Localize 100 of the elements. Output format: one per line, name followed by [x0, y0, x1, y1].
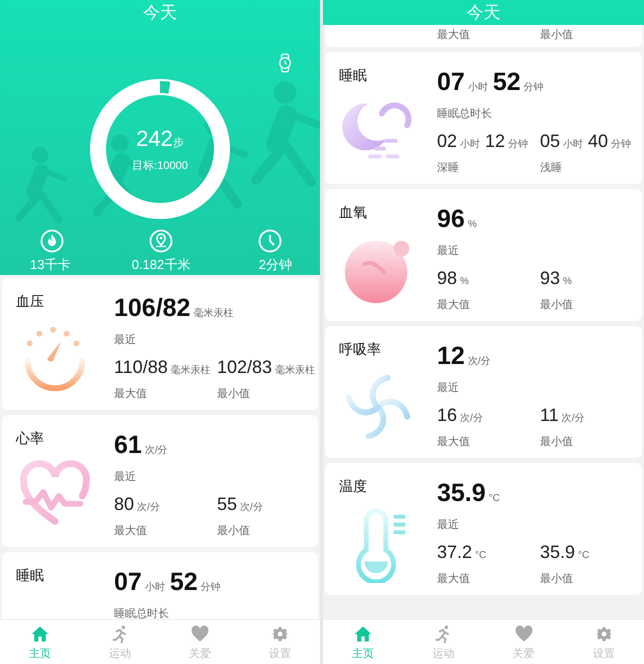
- stat-value: 40: [588, 130, 608, 152]
- metric-card[interactable]: 睡眠 07 小时 52 分钟 睡眠总时长: [2, 552, 318, 619]
- stat-label: 最大值: [437, 298, 471, 312]
- metric-label: 最近: [437, 381, 460, 395]
- card-title: 温度: [339, 477, 368, 495]
- stat-label: 最小值: [217, 387, 251, 401]
- screen-title: 今天: [143, 2, 177, 23]
- settings-icon: [594, 624, 614, 644]
- unit-label: 小时: [460, 138, 480, 152]
- metric-value: 52: [170, 568, 198, 596]
- location-pin-icon: [149, 229, 173, 253]
- metric-value: 07: [114, 568, 142, 596]
- heart-icon: [514, 624, 534, 644]
- stat-label: 最大值: [114, 524, 148, 538]
- unit-label: °C: [578, 549, 590, 563]
- card-title: 睡眠: [339, 66, 368, 84]
- unit-label: 毫米汞柱: [170, 364, 211, 378]
- stat-label: 最大值: [437, 435, 471, 449]
- home-icon: [353, 624, 374, 644]
- stat-value: 11: [540, 404, 559, 426]
- stat-value: 55: [217, 493, 238, 515]
- stat-value: 16: [437, 404, 458, 426]
- stat-label: 最大值: [437, 28, 471, 42]
- stat-value: 93: [540, 267, 560, 289]
- heart-icon: [190, 624, 210, 644]
- metric-label: 睡眠总时长: [114, 607, 170, 619]
- watch-icon[interactable]: [278, 53, 292, 73]
- metric-value: 52: [492, 68, 521, 96]
- metric-card[interactable]: 心率 61 次/分 最近 80 次/分 最大值 55 次/分 最小值: [2, 415, 318, 547]
- stat-label: 最大值: [437, 572, 471, 586]
- unit-label: 次/分: [468, 355, 491, 369]
- unit-label: 毫米汞柱: [193, 306, 234, 321]
- unit-label: %: [460, 275, 469, 289]
- metric-card[interactable]: 血氧 96% 最近 98 % 最大值 93 % 最小值: [325, 189, 642, 321]
- stat-label: 最小值: [540, 435, 574, 449]
- stat-value: 80: [114, 493, 134, 515]
- unit-label: %: [563, 275, 572, 289]
- card-title: 血氧: [339, 203, 368, 221]
- stat-value: 05: [540, 130, 560, 152]
- metric-value: 96: [437, 205, 465, 233]
- metric-value: 07: [437, 68, 465, 96]
- stat-label: 最小值: [540, 28, 573, 42]
- stat-value: 0.182千米: [132, 256, 190, 274]
- unit-label: 分钟: [508, 138, 528, 152]
- unit-label: 小时: [468, 80, 488, 95]
- unit-label: %: [468, 218, 477, 232]
- stat-value: 102/83: [217, 356, 272, 378]
- metric-label: 最近: [437, 244, 460, 258]
- stat-label: 深睡: [437, 161, 460, 175]
- metric-value: 12: [437, 342, 465, 370]
- stat-value: 37.2: [437, 541, 472, 563]
- stat-value: 35.9: [540, 541, 576, 563]
- stat-value: 2分钟: [258, 256, 292, 274]
- unit-label: 次/分: [137, 501, 160, 515]
- card-title: 血压: [16, 292, 45, 310]
- unit-label: 分钟: [200, 580, 221, 595]
- metric-card[interactable]: 睡眠 07 小时 52 分钟 睡眠总时长 02 小时 12 分钟 深睡 05 小时 40 分钟 浅睡: [325, 52, 642, 184]
- unit-label: 小时: [563, 138, 584, 152]
- unit-label: 次/分: [144, 444, 168, 458]
- stat-label: 最小值: [217, 524, 251, 538]
- unit-label: 毫米汞柱: [275, 364, 316, 378]
- stat-label: 最大值: [114, 387, 148, 401]
- unit-label: 次/分: [240, 501, 263, 515]
- stat-value: 110/88: [114, 356, 168, 378]
- metric-label: 最近: [114, 333, 137, 347]
- metric-card[interactable]: 最大值 最小值: [325, 25, 642, 47]
- metric-card[interactable]: 呼吸率 12 次/分 最近 16 次/分 最大值 11 次/分 最小值: [325, 326, 642, 458]
- stat-value: 02: [437, 130, 458, 152]
- metric-value: 61: [114, 431, 142, 459]
- step-unit: 步: [172, 136, 184, 148]
- step-count: 242: [136, 126, 173, 150]
- clock-icon: [258, 229, 282, 253]
- unit-label: °C: [488, 492, 500, 506]
- unit-label: 小时: [144, 580, 165, 595]
- metric-label: 最近: [114, 470, 137, 484]
- screen-title: 今天: [466, 2, 500, 24]
- stat-value: 13千卡: [30, 256, 70, 274]
- metric-label: 睡眠总时长: [437, 107, 493, 121]
- metric-value: 35.9: [437, 479, 486, 507]
- metric-card[interactable]: 温度 35.9°C 最近 37.2 °C 最大值 35.9 °C 最小值: [325, 463, 642, 595]
- stat-label: 最小值: [540, 572, 574, 586]
- card-title: 心率: [16, 429, 45, 447]
- stat-value: 98: [437, 267, 458, 289]
- card-title: 睡眠: [16, 566, 45, 584]
- unit-label: 次/分: [562, 412, 584, 426]
- step-goal: 目标:10000: [132, 158, 188, 172]
- settings-icon: [270, 624, 290, 644]
- metric-label: 最近: [437, 518, 460, 532]
- stat-label: 浅睡: [540, 161, 563, 175]
- stat-value: 12: [485, 130, 506, 152]
- unit-label: 分钟: [524, 80, 544, 95]
- unit-label: 分钟: [611, 138, 632, 152]
- stat-label: 最小值: [540, 298, 574, 312]
- card-title: 呼吸率: [339, 340, 382, 358]
- home-icon: [30, 624, 50, 644]
- metric-value: 106/82: [114, 294, 190, 322]
- unit-label: °C: [475, 549, 486, 563]
- unit-label: 次/分: [460, 412, 483, 426]
- metric-card[interactable]: 血压 106/82 毫米汞柱 最近 110/88 毫米汞柱 最大值 102/83 毫米汞柱 最小值: [2, 278, 318, 410]
- flame-icon: [40, 229, 64, 253]
